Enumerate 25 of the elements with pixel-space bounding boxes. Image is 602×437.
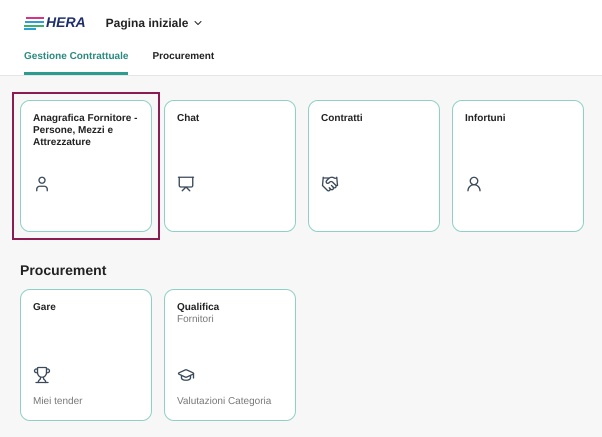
logo-text: HERA — [46, 13, 86, 32]
tile-title: Gare — [33, 302, 57, 314]
tile-title: Qualifica — [177, 302, 220, 314]
page-title-dropdown[interactable]: Pagina iniziale — [106, 14, 204, 32]
tile-subtitle: Fornitori — [177, 314, 215, 326]
tile-title: Infortuni — [465, 113, 507, 125]
app-tile[interactable]: Chat — [164, 100, 296, 232]
app-tile[interactable]: Qualifica Fornitori Valutazioni Categoria — [164, 289, 296, 421]
person-icon — [33, 175, 51, 193]
logo-icon — [24, 14, 44, 30]
tab[interactable]: Gestione Contrattuale — [24, 45, 128, 75]
handshake-icon — [321, 175, 339, 193]
tile-title: Contratti — [321, 113, 364, 125]
tab[interactable]: Procurement — [152, 45, 214, 75]
trophy-icon — [33, 366, 51, 384]
tile-title: Chat — [177, 113, 200, 125]
tile-footer: Miei tender — [33, 396, 139, 408]
tile-title: Anagrafica Fornitore - Persone, Mezzi e Attrezzature — [33, 113, 138, 149]
app-tile[interactable]: Anagrafica Fornitore - Persone, Mezzi e Attrezzature — [20, 100, 152, 232]
app-tile[interactable]: Infortuni — [452, 100, 584, 232]
graduation-cap-icon — [177, 366, 195, 384]
app-tile[interactable]: Gare Miei tender — [20, 289, 152, 421]
tile-footer: Valutazioni Categoria — [177, 396, 283, 408]
section-heading: Procurement — [20, 261, 108, 280]
app-tile[interactable]: Contratti — [308, 100, 440, 232]
